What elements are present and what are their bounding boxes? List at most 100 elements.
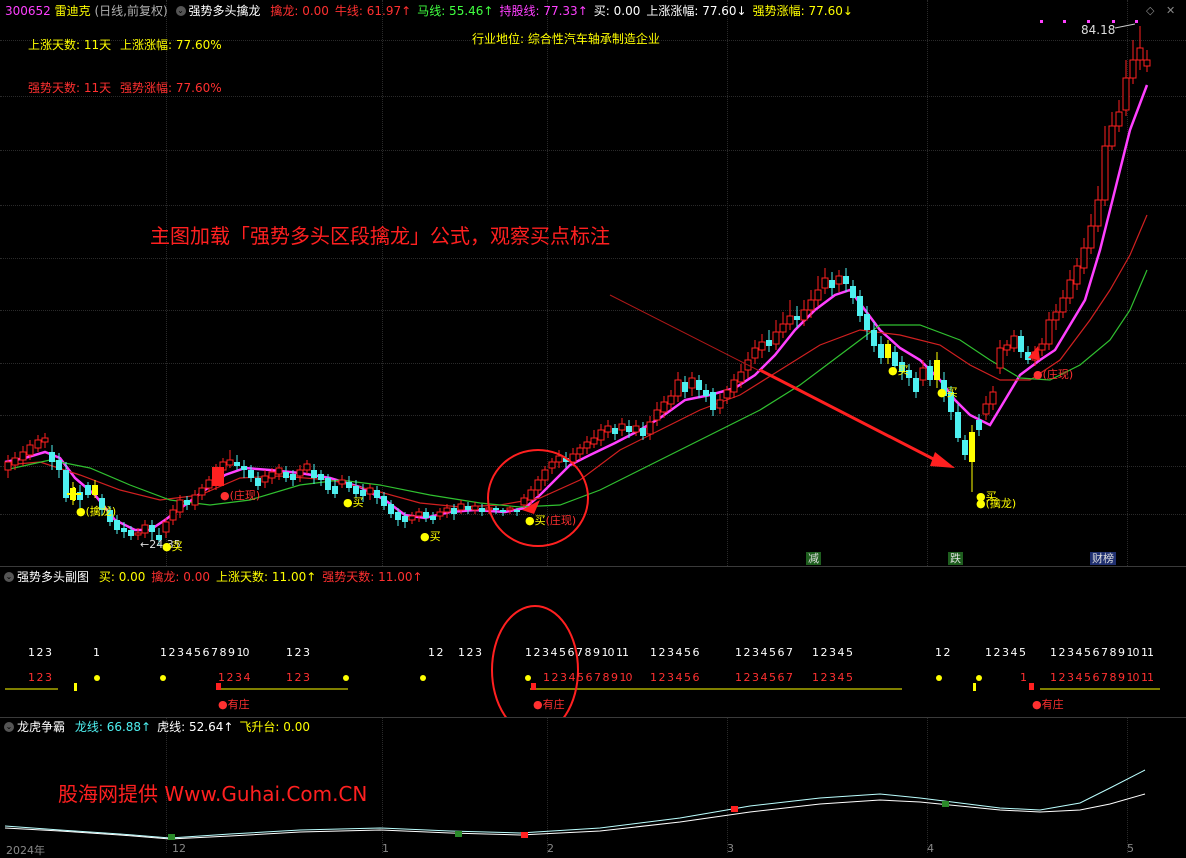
candle-body xyxy=(835,275,843,285)
candle-body xyxy=(527,489,535,501)
youzhuang-label: ●有庄 xyxy=(1032,698,1064,711)
stock-name[interactable]: 雷迪克 xyxy=(55,4,91,18)
candle-body xyxy=(1045,319,1053,345)
candle-body xyxy=(857,296,863,316)
candle-body xyxy=(436,511,444,517)
buy-label: ●(擒龙) xyxy=(76,505,117,518)
stock-code[interactable]: 300652 xyxy=(5,4,51,18)
indicator-value: 牛线: 61.97↑ xyxy=(334,4,412,18)
candle-body xyxy=(184,500,190,505)
highlight-candle xyxy=(212,467,224,486)
candle-body xyxy=(632,425,640,433)
candle-body xyxy=(1101,145,1109,201)
signal-bar xyxy=(531,683,536,690)
candle-body xyxy=(141,524,149,534)
indicator-value: 强势涨幅: 77.60↓ xyxy=(752,4,853,18)
candle-body xyxy=(457,503,465,511)
youzhuang-label: ●有庄 xyxy=(218,698,250,711)
top-marker xyxy=(1135,20,1138,23)
candle-body xyxy=(1073,265,1081,285)
candle-body xyxy=(268,471,276,479)
count-sequence-red: 1 2 3 xyxy=(28,671,52,684)
candle-body xyxy=(191,494,199,506)
candle-body xyxy=(423,512,429,518)
sub-panel-strong[interactable]: ⌄ 强势多头副图 买: 0.00 擒龙: 0.00 上涨天数: 11.00↑ 强势天数:… xyxy=(0,567,1186,717)
candle-body xyxy=(226,459,234,466)
candle-body xyxy=(1059,297,1067,313)
event-tag[interactable]: 减 xyxy=(806,552,821,565)
buy-label: ●买 xyxy=(343,496,364,509)
fly-marker xyxy=(731,806,738,812)
fly-marker xyxy=(521,832,528,838)
time-axis-label: 2 xyxy=(547,842,554,855)
indicator-value: 买: 0.00 xyxy=(593,4,641,18)
candle-body xyxy=(402,516,408,522)
candle-body xyxy=(1143,59,1151,67)
candle-body xyxy=(871,330,877,346)
time-axis-label: 12 xyxy=(172,842,186,855)
candle-body xyxy=(626,426,632,432)
candle-body xyxy=(800,309,808,321)
candle-body xyxy=(955,412,961,438)
close-icon[interactable]: ✕ xyxy=(1166,4,1175,17)
candle-body xyxy=(465,506,471,510)
candle-body xyxy=(653,409,661,421)
candle-body xyxy=(612,428,618,434)
signal-dot xyxy=(343,675,349,681)
candle-body xyxy=(604,425,612,433)
candle-body xyxy=(176,499,184,513)
candle-body xyxy=(982,403,990,415)
count-sequence: 1 2 3 4 5 xyxy=(985,646,1026,659)
main-chart-panel[interactable]: 300652 雷迪克 (日线,前复权) ⌄ 强势多头擒龙 擒龙: 0.00 牛线: … xyxy=(0,0,1186,566)
buy-label: ●买 xyxy=(420,530,441,543)
candle-body xyxy=(4,461,12,471)
indicator-value: 马线: 55.46↑ xyxy=(417,4,494,18)
count-sequence-red: 1 2 3 4 5 6 7 8 9 10 xyxy=(543,671,632,684)
candle-body xyxy=(514,510,520,512)
candle-body xyxy=(121,528,127,532)
buy-label: ●买 xyxy=(888,364,909,377)
annotation-arrow-head xyxy=(930,452,955,468)
buy-text: 买 xyxy=(352,496,364,509)
time-axis-label: 3 xyxy=(727,842,734,855)
candle-body xyxy=(520,497,528,506)
zhuang-text: (庄现) xyxy=(229,489,261,502)
candle-body xyxy=(814,289,822,301)
time-axis-label: 1 xyxy=(382,842,389,855)
count-sequence-red: 1 2 3 4 5 6 7 8 9 10 11 xyxy=(1050,671,1154,684)
indicator-value: 擒龙: 0.00 xyxy=(270,4,329,18)
candle-body xyxy=(85,485,91,495)
candle-body xyxy=(674,379,682,397)
count-sequence: 1 2 3 xyxy=(28,646,52,659)
candle-body xyxy=(303,463,311,471)
count-sequence-red: 1 2 3 4 xyxy=(218,671,251,684)
candle-body xyxy=(772,331,780,345)
time-axis-label: 5 xyxy=(1127,842,1134,855)
diamond-icon[interactable]: ◇ xyxy=(1146,4,1154,17)
candle-body xyxy=(443,507,451,513)
zhuang-label: ●(庄现) xyxy=(220,489,261,502)
period-label[interactable]: (日线,前复权) xyxy=(94,4,167,18)
candle-body xyxy=(864,314,870,330)
sub-panel-longhu[interactable]: ⌄ 龙虎争霸 龙线: 66.88↑ 虎线: 52.64↑ 飞升台: 0.00 股海网提… xyxy=(0,718,1186,857)
candle-body xyxy=(969,432,975,462)
sub1-chart[interactable] xyxy=(0,567,1186,717)
zhuang-text: (庄现) xyxy=(545,514,577,527)
candle-body xyxy=(451,508,457,514)
candle-body xyxy=(275,467,283,475)
candle-body xyxy=(534,479,542,491)
formula-name[interactable]: 强势多头擒龙 xyxy=(189,4,261,18)
indicator-value: 上涨涨幅: 77.60↓ xyxy=(646,4,747,18)
candle-body xyxy=(1122,77,1130,111)
candle-body xyxy=(640,428,646,436)
event-tag[interactable]: 财榜 xyxy=(1090,552,1116,565)
count-sequence: 1 2 3 4 5 6 xyxy=(650,646,699,659)
candle-body xyxy=(996,347,1004,369)
candle-body xyxy=(366,487,374,495)
event-tag[interactable]: 跌 xyxy=(948,552,963,565)
candle-body xyxy=(555,455,563,463)
formula-toggle-icon[interactable]: ⌄ xyxy=(175,6,186,16)
candle-body xyxy=(710,392,716,410)
top-marker xyxy=(1040,20,1043,23)
candle-body xyxy=(779,323,787,333)
